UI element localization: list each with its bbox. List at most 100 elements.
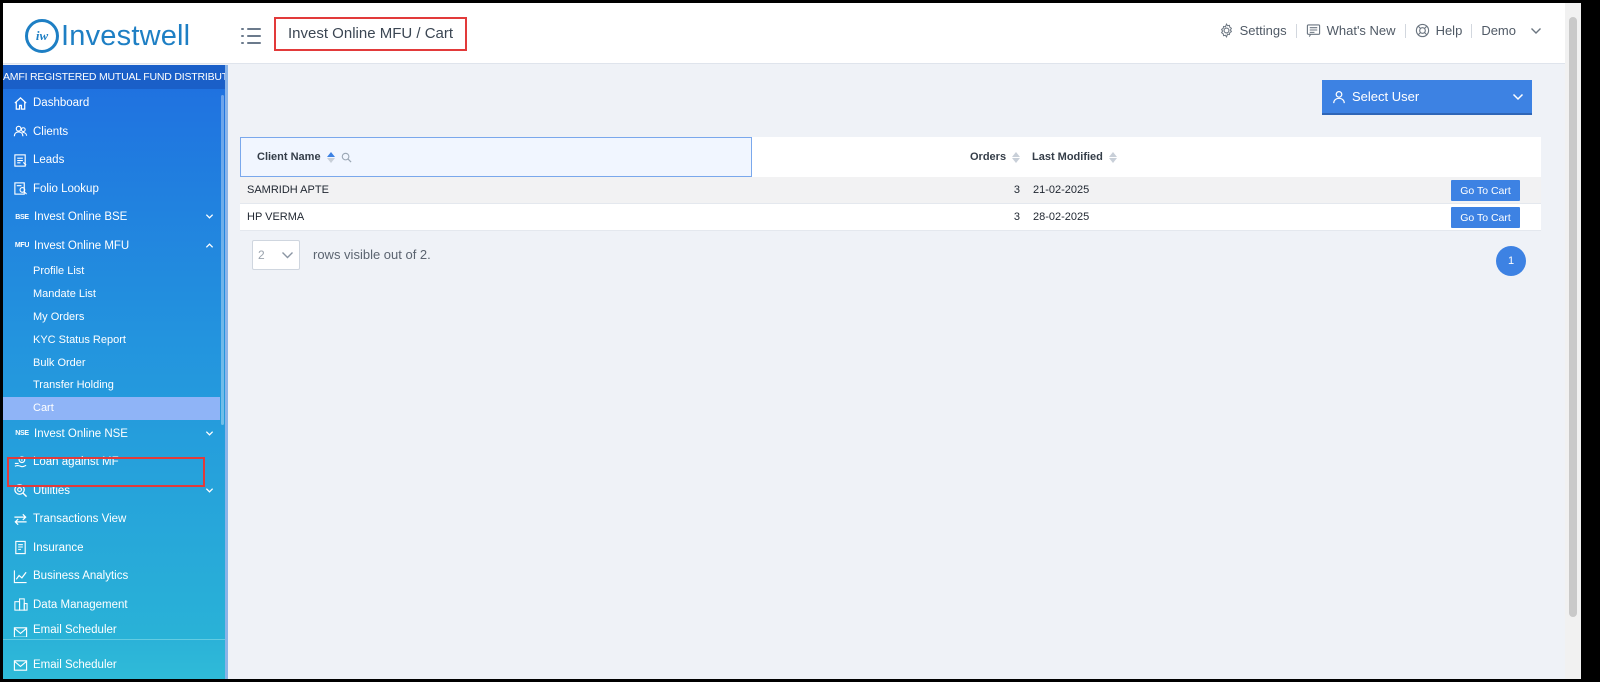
sidebar-item-label: Dashboard — [33, 97, 90, 110]
sidebar-item-data-management[interactable]: Data Management — [3, 591, 228, 620]
sidebar-item-label: Leads — [33, 154, 65, 167]
sort-icon[interactable] — [1108, 151, 1117, 163]
menu-toggle-icon[interactable] — [241, 27, 261, 45]
whats-new-link[interactable]: What's New — [1297, 23, 1405, 38]
sidebar-item-label: Insurance — [33, 541, 84, 554]
mail-icon — [12, 624, 28, 638]
sidebar-item-business-analytics[interactable]: Business Analytics — [3, 562, 228, 591]
sidebar-item-loan-against-mf[interactable]: Loan against MF — [3, 448, 228, 477]
gear-icon — [1220, 23, 1232, 38]
user-menu[interactable]: Demo — [1472, 23, 1551, 38]
sidebar-item-utilities[interactable]: Utilities — [3, 477, 228, 506]
insurance-icon — [12, 540, 28, 556]
sidebar-item-label: Business Analytics — [33, 570, 129, 583]
client-name-cell: SAMRIDH APTE — [247, 184, 329, 196]
help-link[interactable]: Help — [1406, 23, 1472, 38]
help-icon — [1415, 23, 1429, 38]
app-window: iw Investwell Invest Online MFU / Cart S… — [3, 3, 1581, 679]
sidebar-subitem-transfer-holding[interactable]: Transfer Holding — [3, 374, 228, 397]
sidebar-subitem-profile-list[interactable]: Profile List — [3, 260, 228, 283]
sidebar-item-label: Transactions View — [33, 513, 127, 526]
search-icon[interactable] — [341, 152, 352, 163]
column-last-modified[interactable]: Last Modified — [1032, 137, 1117, 177]
users-icon — [12, 124, 28, 140]
sidebar-item-label: Invest Online MFU — [34, 239, 130, 252]
rows-visible-text: rows visible out of 2. — [313, 247, 431, 262]
settings-link[interactable]: Settings — [1210, 23, 1296, 38]
sidebar-item-label: Invest Online BSE — [34, 211, 128, 224]
rows-per-page-select[interactable]: 2 — [252, 240, 300, 270]
chevron-up-icon — [205, 242, 214, 248]
sidebar-item-label: Utilities — [33, 484, 71, 497]
sidebar-subitem-my-orders[interactable]: My Orders — [3, 306, 228, 329]
breadcrumb: Invest Online MFU / Cart — [274, 17, 468, 51]
go-to-cart-button[interactable]: Go To Cart — [1451, 207, 1520, 228]
chevron-down-icon — [205, 430, 214, 436]
column-client-name[interactable]: Client Name — [240, 137, 752, 177]
sidebar: AMFI REGISTERED MUTUAL FUND DISTRIBUTOR … — [3, 65, 228, 679]
sidebar-edge — [225, 65, 228, 679]
column-orders[interactable]: Orders — [970, 137, 1021, 177]
sidebar-item-label: Folio Lookup — [33, 182, 99, 195]
sidebar-item-clients[interactable]: Clients — [3, 118, 228, 147]
transfer-icon — [12, 511, 28, 527]
sidebar-subitem-mandate-list[interactable]: Mandate List — [3, 283, 228, 306]
news-icon — [1306, 24, 1320, 37]
settings-label: Settings — [1239, 23, 1287, 38]
chevron-down-icon — [205, 487, 214, 493]
page-1-button[interactable]: 1 — [1496, 246, 1526, 276]
scrollbar-thumb[interactable] — [1569, 17, 1577, 617]
select-user-label: Select User — [1352, 89, 1420, 104]
sidebar-item-invest-online-mfu[interactable]: MFU Invest Online MFU — [3, 232, 228, 261]
top-bar: iw Investwell Invest Online MFU / Cart S… — [3, 3, 1581, 64]
client-name-cell: HP VERMA — [247, 211, 305, 223]
investwell-logo[interactable]: iw Investwell — [25, 19, 190, 53]
chevron-down-icon — [282, 252, 293, 259]
chevron-down-icon — [205, 214, 214, 219]
orders-cell: 3 — [1013, 211, 1020, 223]
logo-mark: iw — [25, 19, 59, 53]
home-icon — [12, 95, 28, 111]
sort-icon[interactable] — [326, 151, 335, 163]
sidebar-item-invest-online-nse[interactable]: NSE Invest Online NSE — [3, 420, 228, 449]
select-user-dropdown[interactable]: Select User — [1322, 80, 1532, 115]
column-label: Orders — [970, 151, 1007, 163]
sidebar-subitem-bulk-order[interactable]: Bulk Order — [3, 351, 228, 374]
utilities-icon — [12, 483, 28, 499]
orders-cell: 3 — [1013, 184, 1020, 196]
sidebar-item-label: Email Scheduler — [33, 624, 117, 637]
sidebar-subitem-kyc-status-report[interactable]: KYC Status Report — [3, 328, 228, 351]
sidebar-subitem-cart[interactable]: Cart — [3, 396, 220, 420]
table-header: Client Name Orders Last Modified — [240, 137, 1541, 177]
go-to-cart-button[interactable]: Go To Cart — [1451, 180, 1520, 201]
rows-per-page-value: 2 — [258, 248, 265, 262]
sidebar-item-leads[interactable]: Leads — [3, 146, 228, 175]
nse-icon: NSE — [15, 430, 29, 438]
sidebar-item-transactions-view[interactable]: Transactions View — [3, 505, 228, 534]
chevron-down-icon — [1512, 93, 1524, 101]
chevron-down-icon — [1531, 27, 1541, 34]
sidebar-item-label: Invest Online NSE — [34, 427, 128, 440]
page-scrollbar[interactable] — [1565, 3, 1581, 679]
sidebar-item-folio-lookup[interactable]: Folio Lookup — [3, 175, 228, 204]
sidebar-item-label: Email Scheduler — [33, 659, 117, 671]
table-row: SAMRIDH APTE 3 21-02-2025 Go To Cart — [240, 177, 1541, 204]
column-label: Client Name — [257, 151, 321, 163]
folio-icon — [12, 181, 28, 197]
table-row: HP VERMA 3 28-02-2025 Go To Cart — [240, 204, 1541, 231]
sort-icon[interactable] — [1012, 151, 1021, 163]
header-actions: Settings What's New Help Demo — [1210, 23, 1551, 38]
sidebar-item-invest-online-bse[interactable]: BSE Invest Online BSE — [3, 203, 228, 232]
user-icon — [1333, 90, 1345, 103]
help-label: Help — [1435, 23, 1463, 38]
sidebar-item-insurance[interactable]: Insurance — [3, 534, 228, 563]
amfi-banner: AMFI REGISTERED MUTUAL FUND DISTRIBUTOR — [3, 65, 228, 89]
analytics-icon — [12, 568, 28, 584]
sidebar-bottom: Email Scheduler — [3, 639, 228, 679]
sidebar-item-email-scheduler-partial[interactable]: Email Scheduler — [3, 619, 228, 638]
whats-new-label: What's New — [1326, 23, 1396, 38]
last-modified-cell: 21-02-2025 — [1033, 184, 1090, 196]
sidebar-item-email-scheduler[interactable]: Email Scheduler — [3, 640, 228, 679]
sidebar-item-dashboard[interactable]: Dashboard — [3, 89, 228, 118]
database-icon — [12, 597, 28, 613]
